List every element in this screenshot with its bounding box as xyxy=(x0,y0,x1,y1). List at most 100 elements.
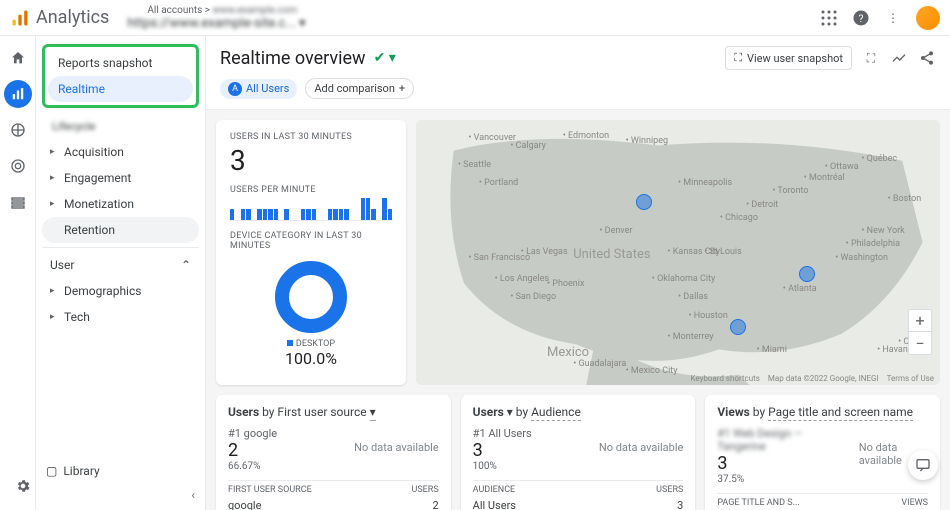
map-city-label: • Denver xyxy=(599,226,632,236)
sidebar-item-acquisition[interactable]: ▸Acquisition xyxy=(42,139,199,165)
page-header: Realtime overview ✔ ▾ ⛶View user snapsho… xyxy=(206,36,950,110)
users-30-value: 3 xyxy=(230,144,392,177)
rail-reports[interactable] xyxy=(4,80,32,108)
share-icon[interactable] xyxy=(918,49,936,67)
sidebar-group-lifecycle: Lifecycle xyxy=(42,114,199,139)
brand-name: Analytics xyxy=(36,7,109,28)
map-attribution: Map data ©2022 Google, INEGI xyxy=(768,374,879,383)
highlighted-section: Reports snapshot Realtime xyxy=(42,44,199,108)
rail-advertising[interactable] xyxy=(4,152,32,180)
rail-explore[interactable] xyxy=(4,116,32,144)
donut-pct: 100.0% xyxy=(230,349,392,368)
map-city-label: • Guadalajara xyxy=(573,359,626,369)
map-zoom-controls: + − xyxy=(908,309,932,355)
users-per-minute-chart xyxy=(230,195,392,221)
chip-all-users[interactable]: AAll Users xyxy=(220,79,297,99)
map-city-label: • Atlanta xyxy=(783,284,817,294)
sidebar-item-monetization[interactable]: ▸Monetization xyxy=(42,191,199,217)
map-city-label: • Toronto xyxy=(772,186,808,196)
card-users-by-source: Users by First user source ▾ #1 google26… xyxy=(216,395,451,510)
map-city-label: • Ottawa xyxy=(825,162,859,172)
sidebar-item-retention[interactable]: Retention xyxy=(42,217,199,243)
sidebar-item-demographics[interactable]: ▸Demographics xyxy=(42,278,199,304)
map-city-label: • Phoenix xyxy=(547,279,584,289)
insights-icon[interactable] xyxy=(890,49,908,67)
map-city-label: • Boston xyxy=(888,194,922,204)
device-donut-chart xyxy=(275,261,347,333)
fullscreen-icon[interactable]: ⛶ xyxy=(862,49,880,67)
map-city-label: • Chicago xyxy=(720,213,758,223)
table-row[interactable]: All Users3 xyxy=(473,495,684,510)
map-city-label: • Philadelphia xyxy=(846,239,900,249)
rail-configure[interactable] xyxy=(4,188,32,216)
view-user-snapshot-button[interactable]: ⛶View user snapshot xyxy=(725,46,852,70)
map-shortcuts[interactable]: Keyboard shortcuts xyxy=(690,374,759,383)
metrics-card: USERS IN LAST 30 MINUTES 3 USERS PER MIN… xyxy=(216,120,406,385)
map-data-dot xyxy=(799,266,815,282)
rail-settings[interactable] xyxy=(9,472,37,500)
map-city-label: • Houston xyxy=(688,311,727,321)
main-content: Realtime overview ✔ ▾ ⛶View user snapsho… xyxy=(206,36,950,510)
sidebar-group-user[interactable]: User⌃ xyxy=(42,252,199,278)
card-views-by-page: Views by Page title and screen name #1 W… xyxy=(705,395,940,510)
map-city-label: • Vancouver xyxy=(468,133,516,143)
users-30-label: USERS IN LAST 30 MINUTES xyxy=(230,132,392,142)
rail-home[interactable] xyxy=(4,44,32,72)
crumb-url: https://www.example-site.c... xyxy=(127,16,295,31)
no-data-text: No data available xyxy=(354,441,439,454)
map-label-us: United States xyxy=(573,247,650,262)
status-check-icon[interactable]: ✔ ▾ xyxy=(374,50,396,66)
side-rail xyxy=(0,36,36,510)
map-city-label: • Winnipeg xyxy=(626,136,668,146)
map-city-label: • Edmonton xyxy=(563,131,609,141)
page-title: Realtime overview xyxy=(220,48,366,69)
map-city-label: • Calgary xyxy=(510,141,546,151)
card-title[interactable]: Users ▾ by Audience xyxy=(473,405,684,419)
folder-icon: ▢ xyxy=(46,464,57,478)
brand-logo[interactable]: Analytics xyxy=(10,7,109,28)
donut-legend: DESKTOP xyxy=(230,339,392,349)
map-city-label: • St Louis xyxy=(704,247,742,257)
chevron-up-icon: ⌃ xyxy=(181,258,191,272)
account-avatar[interactable] xyxy=(916,6,940,30)
account-picker[interactable]: All accounts > www.example.com https://w… xyxy=(127,5,305,31)
map-city-label: • Monterrey xyxy=(668,332,714,342)
app-header: Analytics All accounts > www.example.com… xyxy=(0,0,950,36)
realtime-map[interactable]: United States Mexico • Vancouver• Seattl… xyxy=(416,120,940,385)
map-city-label: • Minneapolis xyxy=(678,178,732,188)
table-row[interactable]: google2 xyxy=(228,495,439,510)
map-city-label: • New York xyxy=(861,226,904,236)
collapse-sidebar-icon[interactable]: ‹ xyxy=(191,488,195,502)
chip-add-comparison[interactable]: Add comparison+ xyxy=(305,78,414,99)
map-city-label: • Washington xyxy=(835,253,888,263)
sidebar-item-tech[interactable]: ▸Tech xyxy=(42,304,199,330)
card-title[interactable]: Views by Page title and screen name xyxy=(717,405,928,419)
map-city-label: • Seattle xyxy=(458,160,491,170)
map-footer: Keyboard shortcuts Map data ©2022 Google… xyxy=(690,374,934,383)
users-per-min-label: USERS PER MINUTE xyxy=(230,185,392,195)
svg-text:?: ? xyxy=(859,11,864,24)
snapshot-icon: ⛶ xyxy=(734,51,742,65)
reports-sidebar: Reports snapshot Realtime Lifecycle ▸Acq… xyxy=(36,36,206,510)
crumb-prefix: All accounts > xyxy=(147,5,210,16)
map-city-label: • Miami xyxy=(757,345,787,355)
feedback-fab[interactable] xyxy=(908,450,938,480)
more-vert-icon[interactable]: ⋮ xyxy=(884,9,902,27)
card-title[interactable]: Users by First user source ▾ xyxy=(228,405,439,419)
map-terms[interactable]: Terms of Use xyxy=(887,374,934,383)
map-city-label: • Oklahoma City xyxy=(652,274,715,284)
no-data-text: No data available xyxy=(599,441,684,454)
plus-icon: + xyxy=(399,82,405,95)
help-icon[interactable]: ? xyxy=(852,9,870,27)
map-city-label: • Montréal xyxy=(804,173,845,183)
sidebar-item-engagement[interactable]: ▸Engagement xyxy=(42,165,199,191)
map-city-label: • Los Angeles xyxy=(495,274,549,284)
sidebar-library[interactable]: ▢Library xyxy=(46,464,100,478)
zoom-out-button[interactable]: − xyxy=(909,332,931,354)
map-city-label: • San Diego xyxy=(510,292,556,302)
apps-icon[interactable] xyxy=(820,9,838,27)
sidebar-item-snapshot[interactable]: Reports snapshot xyxy=(48,50,193,76)
zoom-in-button[interactable]: + xyxy=(909,310,931,332)
map-city-label: • Detroit xyxy=(746,200,778,210)
sidebar-item-realtime[interactable]: Realtime xyxy=(48,76,193,102)
